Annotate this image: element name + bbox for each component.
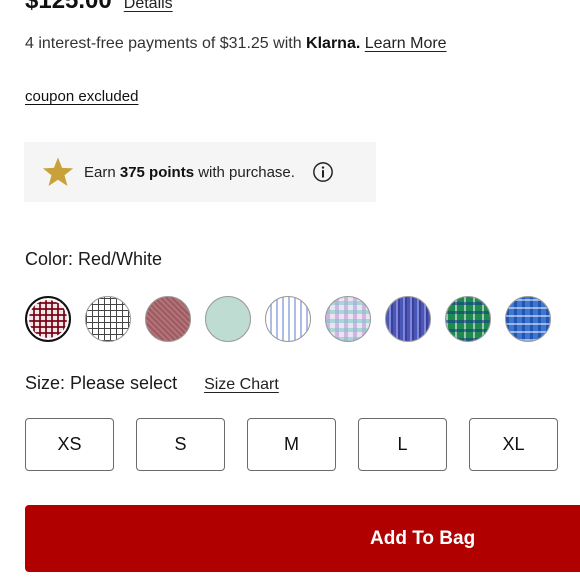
size-option-s[interactable]: S bbox=[136, 418, 225, 471]
coupon-excluded-link[interactable]: coupon excluded bbox=[25, 88, 138, 105]
size-option-xl[interactable]: XL bbox=[469, 418, 558, 471]
klarna-text: 4 interest-free payments of $31.25 with bbox=[25, 35, 307, 52]
size-label: Size: Please select bbox=[25, 373, 178, 393]
star-icon bbox=[42, 157, 74, 187]
add-to-bag-button[interactable]: Add To Bag bbox=[25, 505, 580, 572]
color-label: Color: Red/White bbox=[25, 249, 163, 269]
learn-more-link[interactable]: Learn More bbox=[365, 35, 447, 52]
size-option-l[interactable]: L bbox=[358, 418, 447, 471]
swatch-mint[interactable] bbox=[205, 296, 251, 342]
add-to-bag-label: Add To Bag bbox=[370, 527, 476, 549]
size-options: XS S M L XL bbox=[25, 418, 558, 471]
klarna-payment-info: 4 interest-free payments of $31.25 with … bbox=[25, 35, 447, 53]
swatch-blue-white-stripe[interactable] bbox=[265, 296, 311, 342]
klarna-brand: Klarna. bbox=[306, 35, 361, 52]
price: $125.00 bbox=[25, 0, 112, 14]
points-banner: Earn 375 points with purchase. bbox=[24, 142, 376, 202]
size-option-m[interactable]: M bbox=[247, 418, 336, 471]
price-row: $125.00 Details bbox=[25, 0, 173, 15]
swatch-red-white-plaid[interactable] bbox=[25, 296, 71, 342]
details-link[interactable]: Details bbox=[124, 0, 173, 13]
swatch-blue-plaid[interactable] bbox=[505, 296, 551, 342]
swatch-pastel-plaid[interactable] bbox=[325, 296, 371, 342]
swatch-white-black-check[interactable] bbox=[85, 296, 131, 342]
swatch-green-plaid[interactable] bbox=[445, 296, 491, 342]
swatch-blue-purple-stripe[interactable] bbox=[385, 296, 431, 342]
size-option-xs[interactable]: XS bbox=[25, 418, 114, 471]
color-swatches bbox=[25, 296, 551, 342]
size-chart-link[interactable]: Size Chart bbox=[204, 376, 279, 394]
points-text: Earn 375 points with purchase. bbox=[84, 163, 295, 181]
info-icon[interactable] bbox=[312, 161, 334, 183]
size-row: Size: Please select Size Chart bbox=[25, 373, 279, 394]
swatch-burgundy[interactable] bbox=[145, 296, 191, 342]
points-amount: 375 points bbox=[119, 163, 195, 181]
